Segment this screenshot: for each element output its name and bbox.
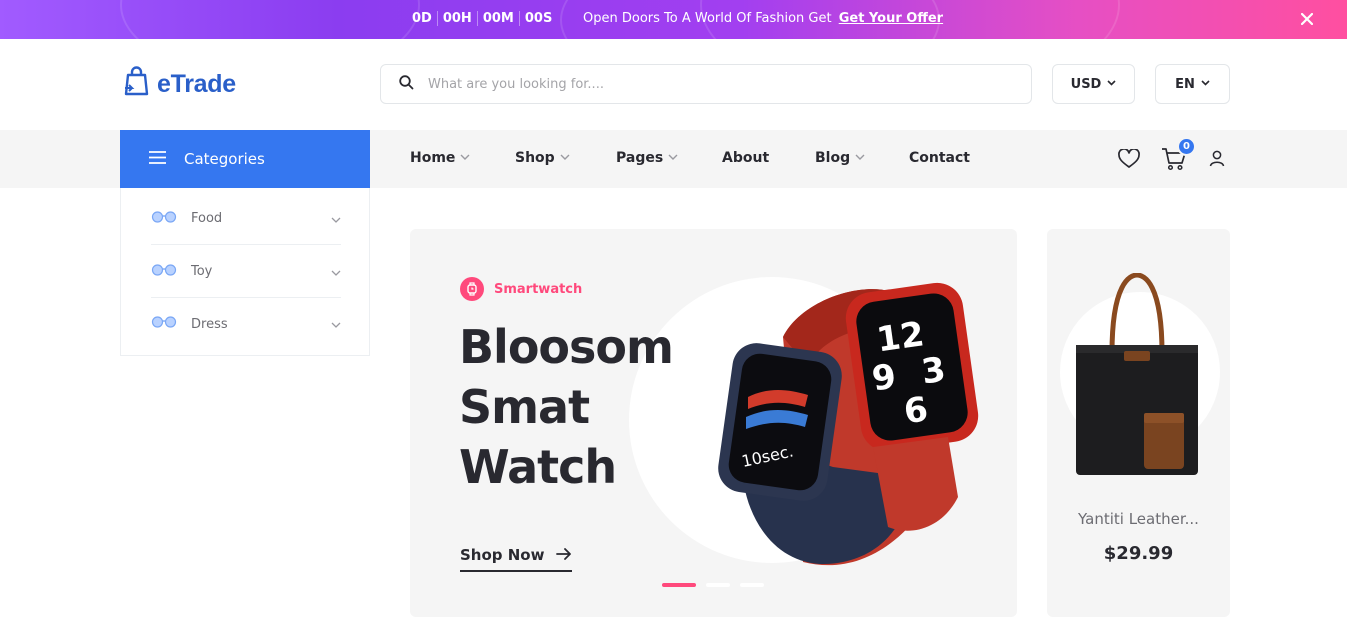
chevron-down-icon <box>1107 79 1116 89</box>
shop-now-button[interactable]: Shop Now <box>460 545 573 572</box>
nav-item-pages[interactable]: Pages <box>616 150 678 166</box>
hero-tag: Smartwatch <box>460 277 582 301</box>
chevron-down-icon <box>331 317 341 332</box>
nav-label: Blog <box>815 150 851 166</box>
nav-label: Contact <box>909 150 970 166</box>
chevron-down-icon <box>331 212 341 227</box>
slider-dot[interactable] <box>740 583 764 587</box>
currency-select[interactable]: USD <box>1052 64 1135 104</box>
search-bar[interactable] <box>380 64 1032 104</box>
search-input[interactable] <box>428 76 988 92</box>
timer-seconds: 00S <box>518 11 557 26</box>
categories-label: Categories <box>184 150 265 168</box>
countdown-timer: 0D 00H 00M 00S <box>412 11 557 26</box>
side-product-card[interactable]: Yantiti Leather... $29.99 <box>1047 229 1230 617</box>
hero-title-line: Bloosom <box>459 320 674 374</box>
timer-days: 0D <box>412 11 432 26</box>
language-value: EN <box>1175 76 1195 92</box>
product-price: $29.99 <box>1103 543 1174 564</box>
heart-icon[interactable] <box>1118 148 1140 173</box>
category-item-dress[interactable]: Dress <box>151 298 341 350</box>
hero-title: Bloosom Smat Watch <box>459 317 719 497</box>
chevron-down-icon <box>460 153 470 163</box>
promo-offer-link[interactable]: Get Your Offer <box>839 11 943 26</box>
glasses-icon <box>151 210 177 227</box>
nav-item-home[interactable]: Home <box>410 150 470 166</box>
product-name[interactable]: Yantiti Leather... <box>1047 510 1230 528</box>
hero-tag-label: Smartwatch <box>494 281 583 297</box>
slider-pagination <box>662 583 774 587</box>
nav-item-contact[interactable]: Contact <box>909 150 970 166</box>
nav-item-about[interactable]: About <box>722 150 769 166</box>
smartwatch-image: 10sec. 12 9 3 6 <box>713 277 983 576</box>
timer-hours: 00H <box>436 11 477 26</box>
leather-bag-image <box>1072 272 1202 482</box>
chevron-down-icon <box>855 153 865 163</box>
currency-value: USD <box>1070 76 1102 92</box>
hero-title-line: Smat <box>459 380 590 434</box>
category-label: Dress <box>191 316 228 332</box>
category-item-food[interactable]: Food <box>151 193 341 245</box>
language-select[interactable]: EN <box>1155 64 1230 104</box>
promo-message: Open Doors To A World Of Fashion Get Get… <box>583 11 943 26</box>
categories-button[interactable]: Categories <box>120 130 370 188</box>
cart-count-badge: 0 <box>1177 137 1196 156</box>
search-icon[interactable] <box>399 74 414 94</box>
chevron-down-icon <box>1201 79 1210 89</box>
timer-minutes: 00M <box>476 11 519 26</box>
glasses-icon <box>151 316 177 332</box>
category-item-toy[interactable]: Toy <box>151 246 341 298</box>
slider-dot-active[interactable] <box>662 583 696 587</box>
nav-item-shop[interactable]: Shop <box>515 150 570 166</box>
nav-label: About <box>722 150 770 166</box>
categories-dropdown: Food Toy Dress <box>120 188 370 356</box>
arrow-right-icon <box>556 545 572 564</box>
nav-label: Home <box>410 150 456 166</box>
nav-label: Shop <box>515 150 555 166</box>
nav-label: Pages <box>616 150 664 166</box>
category-label: Food <box>191 211 223 226</box>
logo-text: eTrade <box>157 69 236 98</box>
nav-item-blog[interactable]: Blog <box>815 150 865 166</box>
hamburger-icon <box>149 150 166 168</box>
slider-dot[interactable] <box>706 583 730 587</box>
chevron-down-icon <box>331 265 341 280</box>
hero-slider: Smartwatch Bloosom Smat Watch Shop Now 1… <box>410 229 1017 617</box>
shopping-bag-icon <box>123 66 151 102</box>
promo-text: Open Doors To A World Of Fashion Get <box>583 11 832 26</box>
hero-title-line: Watch <box>459 440 617 494</box>
glasses-icon <box>151 263 177 280</box>
chevron-down-icon <box>668 153 678 163</box>
promo-bar: 0D 00H 00M 00S Open Doors To A World Of … <box>0 0 1347 39</box>
shop-now-label: Shop Now <box>460 545 545 564</box>
user-icon[interactable] <box>1209 150 1225 171</box>
close-icon[interactable] <box>1300 9 1314 30</box>
category-label: Toy <box>191 264 213 279</box>
site-logo[interactable]: eTrade <box>123 66 236 102</box>
chevron-down-icon <box>560 153 570 163</box>
watch-icon <box>460 277 484 301</box>
